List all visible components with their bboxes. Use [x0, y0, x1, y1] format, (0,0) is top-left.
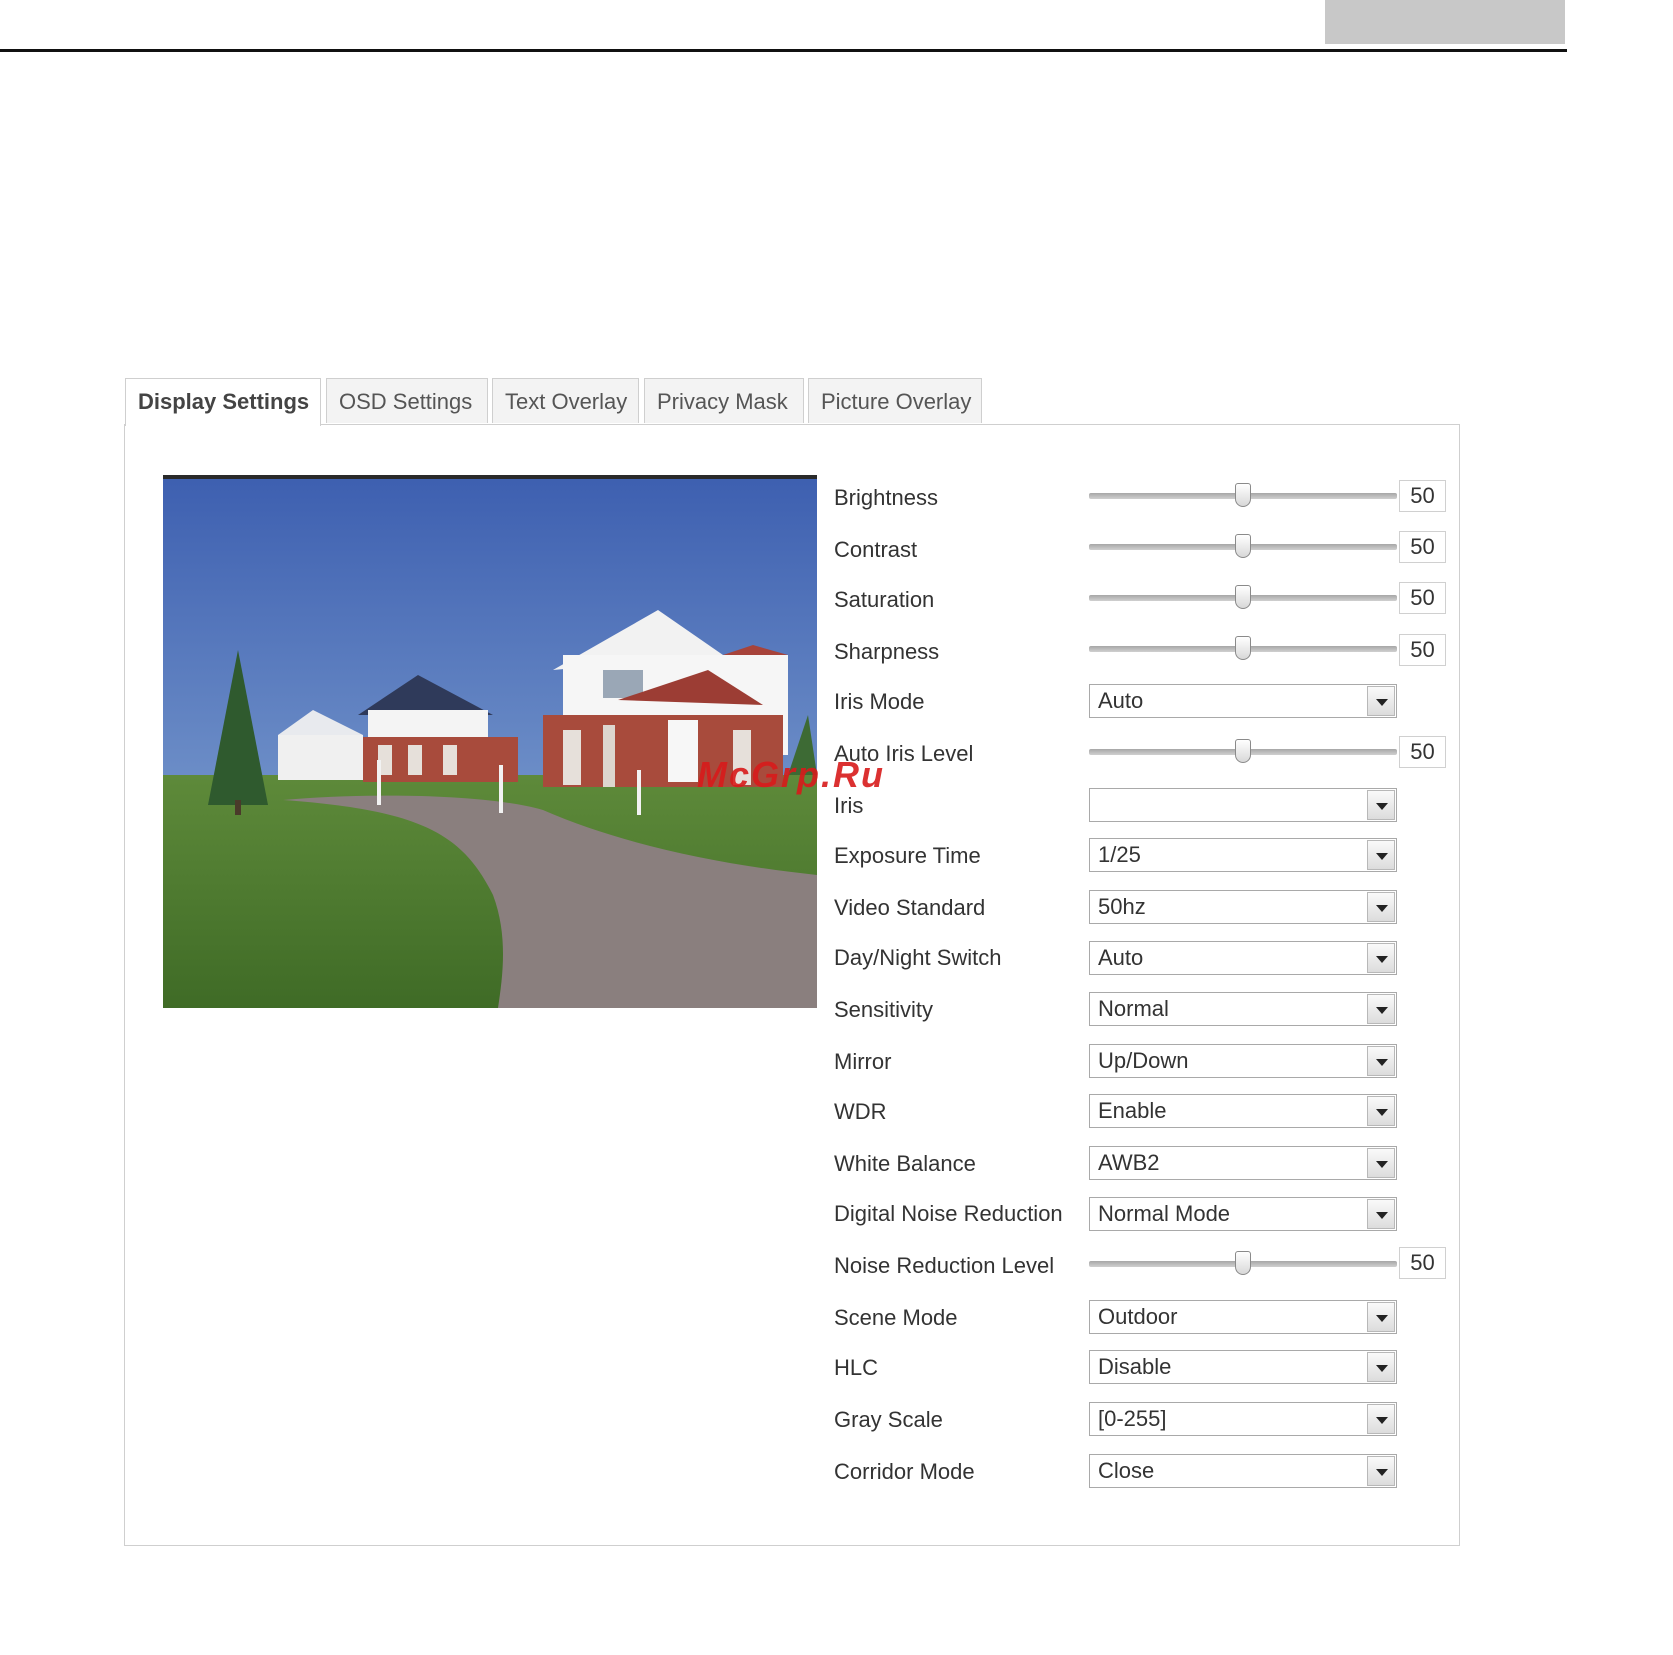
chevron-down-icon[interactable] [1367, 1352, 1395, 1382]
wdr-value: Enable [1098, 1098, 1167, 1123]
mirror-label: Mirror [834, 1049, 892, 1074]
chevron-down-icon[interactable] [1367, 1404, 1395, 1434]
iris-mode-select[interactable]: Auto [1089, 684, 1397, 718]
video-standard-select[interactable]: 50hz [1089, 890, 1397, 924]
contrast-slider[interactable] [1089, 534, 1397, 559]
sensitivity-select[interactable]: Normal [1089, 992, 1397, 1026]
noise-reduction-level-slider[interactable] [1089, 1251, 1397, 1276]
day-night-switch-select[interactable]: Auto [1089, 941, 1397, 975]
contrast-value[interactable]: 50 [1399, 531, 1446, 563]
scene-mode-value: Outdoor [1098, 1304, 1178, 1329]
slider-handle[interactable] [1235, 636, 1251, 660]
noise-reduction-level-value[interactable]: 50 [1399, 1247, 1446, 1279]
header-gray-block [1325, 0, 1565, 44]
tab-picture-overlay[interactable]: Picture Overlay [808, 378, 982, 423]
slider-handle[interactable] [1235, 1251, 1251, 1275]
sharpness-slider[interactable] [1089, 636, 1397, 661]
saturation-slider[interactable] [1089, 585, 1397, 610]
sensitivity-label: Sensitivity [834, 997, 934, 1022]
chevron-down-icon[interactable] [1367, 892, 1395, 922]
digital-noise-reduction-select[interactable]: Normal Mode [1089, 1197, 1397, 1231]
chevron-down-icon[interactable] [1367, 1456, 1395, 1486]
iris-select[interactable] [1089, 788, 1397, 822]
day-night-switch-label: Day/Night Switch [834, 945, 1002, 970]
slider-handle[interactable] [1235, 585, 1251, 609]
auto-iris-level-value[interactable]: 50 [1399, 736, 1446, 768]
brightness-value[interactable]: 50 [1399, 480, 1446, 512]
gray-scale-select[interactable]: [0-255] [1089, 1402, 1397, 1436]
gray-scale-label: Gray Scale [834, 1407, 943, 1432]
chevron-down-icon[interactable] [1367, 1302, 1395, 1332]
header-rule [0, 49, 1567, 52]
hlc-label: HLC [834, 1355, 879, 1380]
chevron-down-icon[interactable] [1367, 686, 1395, 716]
mirror-value: Up/Down [1098, 1048, 1189, 1073]
day-night-switch-value: Auto [1098, 945, 1144, 970]
tab-privacy-mask[interactable]: Privacy Mask [644, 378, 804, 423]
chevron-down-icon[interactable] [1367, 1148, 1395, 1178]
video-standard-value: 50hz [1098, 894, 1146, 919]
digital-noise-reduction-label: Digital Noise Reduction [834, 1201, 1063, 1226]
exposure-time-label: Exposure Time [834, 843, 981, 868]
hlc-value: Disable [1098, 1354, 1172, 1379]
digital-noise-reduction-value: Normal Mode [1098, 1201, 1231, 1226]
white-balance-select[interactable]: AWB2 [1089, 1146, 1397, 1180]
sharpness-label: Sharpness [834, 639, 940, 664]
white-balance-label: White Balance [834, 1151, 976, 1176]
white-balance-value: AWB2 [1098, 1150, 1160, 1175]
chevron-down-icon[interactable] [1367, 1046, 1395, 1076]
tab-osd-settings[interactable]: OSD Settings [326, 378, 488, 423]
tab-text-overlay[interactable]: Text Overlay [492, 378, 639, 423]
wdr-select[interactable]: Enable [1089, 1094, 1397, 1128]
chevron-down-icon[interactable] [1367, 943, 1395, 973]
gray-scale-value: [0-255] [1098, 1406, 1167, 1431]
live-preview-image [163, 475, 817, 1008]
scene-mode-label: Scene Mode [834, 1305, 958, 1330]
auto-iris-level-slider[interactable] [1089, 739, 1397, 764]
saturation-value[interactable]: 50 [1399, 582, 1446, 614]
slider-handle[interactable] [1235, 739, 1251, 763]
sensitivity-value: Normal [1098, 996, 1169, 1021]
mirror-select[interactable]: Up/Down [1089, 1044, 1397, 1078]
watermark-text: McGrp.Ru [697, 754, 886, 795]
sharpness-value[interactable]: 50 [1399, 634, 1446, 666]
chevron-down-icon[interactable] [1367, 790, 1395, 820]
chevron-down-icon[interactable] [1367, 840, 1395, 870]
iris-mode-label: Iris Mode [834, 689, 925, 714]
video-standard-label: Video Standard [834, 895, 986, 920]
wdr-label: WDR [834, 1099, 887, 1124]
slider-handle[interactable] [1235, 483, 1251, 507]
tab-display-settings[interactable]: Display Settings [125, 378, 321, 426]
corridor-mode-label: Corridor Mode [834, 1459, 975, 1484]
brightness-label: Brightness [834, 485, 938, 510]
scene-mode-select[interactable]: Outdoor [1089, 1300, 1397, 1334]
contrast-label: Contrast [834, 537, 918, 562]
corridor-mode-value: Close [1098, 1458, 1155, 1483]
slider-handle[interactable] [1235, 534, 1251, 558]
saturation-label: Saturation [834, 587, 935, 612]
exposure-time-select[interactable]: 1/25 [1089, 838, 1397, 872]
iris-label: Iris [834, 793, 864, 818]
chevron-down-icon[interactable] [1367, 1199, 1395, 1229]
corridor-mode-select[interactable]: Close [1089, 1454, 1397, 1488]
chevron-down-icon[interactable] [1367, 994, 1395, 1024]
chevron-down-icon[interactable] [1367, 1096, 1395, 1126]
iris-mode-value: Auto [1098, 688, 1144, 713]
hlc-select[interactable]: Disable [1089, 1350, 1397, 1384]
exposure-time-value: 1/25 [1098, 842, 1141, 867]
noise-reduction-level-label: Noise Reduction Level [834, 1253, 1055, 1278]
brightness-slider[interactable] [1089, 483, 1397, 508]
